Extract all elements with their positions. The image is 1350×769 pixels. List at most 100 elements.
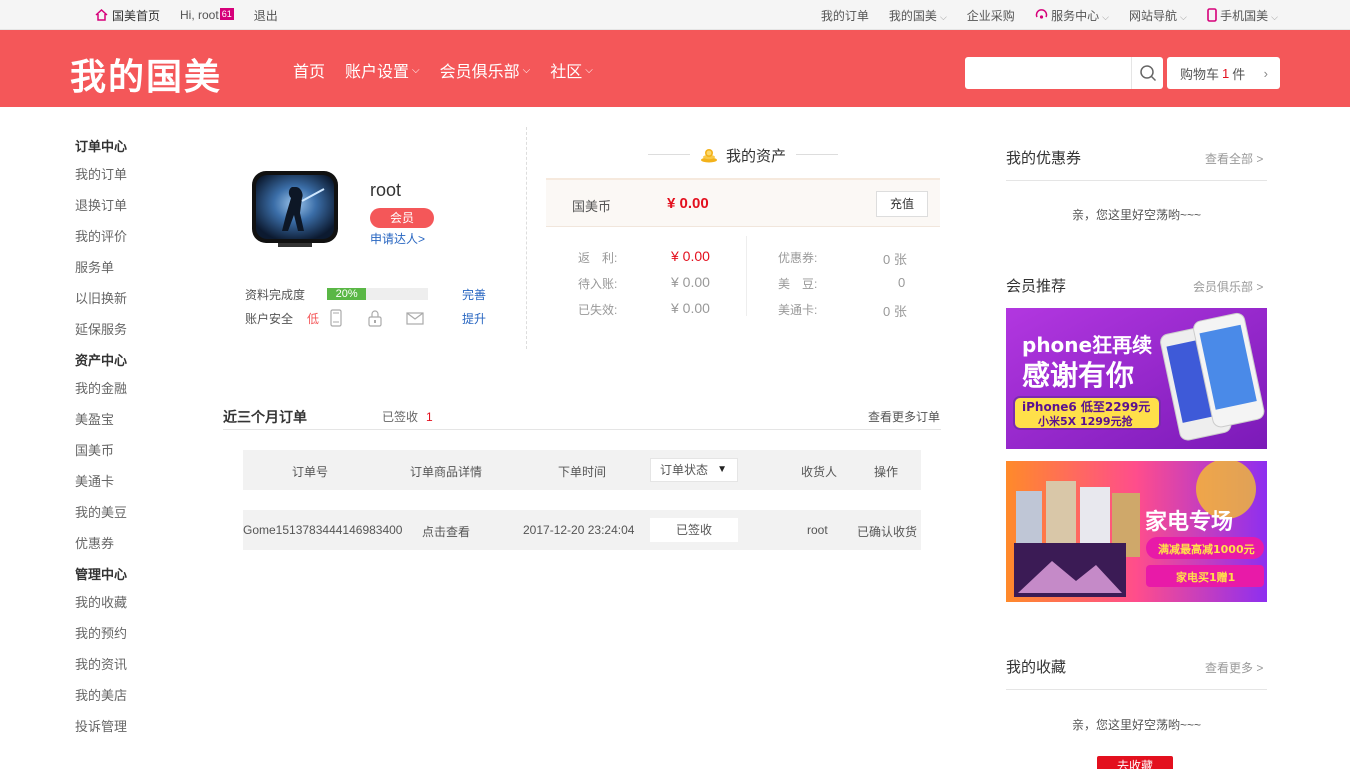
security-level: 低 <box>307 312 320 326</box>
cart-label: 购物车 <box>1180 66 1220 82</box>
order-status-select-label: 订单状态 <box>660 463 709 477</box>
sidebar-item[interactable]: 美盈宝 <box>75 404 195 435</box>
coupons-view-all-link[interactable]: 查看全部 > <box>1205 150 1263 167</box>
divider <box>1006 689 1267 690</box>
beans-label: 美 豆: <box>778 277 818 291</box>
pending-value: ¥ 0.00 <box>671 274 710 290</box>
favorites-empty-text: 亲，您这里好空荡哟~~~ <box>1071 718 1202 732</box>
complete-profile-link[interactable]: 完善 <box>462 286 486 303</box>
nav-member-club[interactable]: 会员俱乐部 ⌵ <box>440 58 531 82</box>
assets-title-text: 我的资产 <box>725 147 786 165</box>
sidebar-item[interactable]: 我的金融 <box>75 373 195 404</box>
more-orders-link[interactable]: 查看更多订单 <box>868 408 940 425</box>
sidebar-group-orders: 订单中心 我的订单 退换订单 我的评价 服务单 以旧换新 延保服务 <box>75 135 195 345</box>
sidebar-item[interactable]: 投诉管理 <box>75 711 195 742</box>
order-status-select[interactable]: 订单状态 ▼ <box>650 458 738 482</box>
sidebar-item[interactable]: 我的评价 <box>75 221 195 252</box>
member-club-link[interactable]: 会员俱乐部 > <box>1193 278 1263 295</box>
sidebar-item[interactable]: 优惠券 <box>75 528 195 559</box>
orders-title: 近三个月订单 <box>223 409 307 425</box>
greeting-text: Hi, root <box>180 8 219 22</box>
column-header: 订单号 <box>292 465 329 479</box>
column-header: 操作 <box>874 465 899 479</box>
orders-received-filter[interactable]: 已签收 1 <box>382 408 433 425</box>
table-row: Gome1513783444146983400 点击查看 2017-12-20 … <box>243 510 921 550</box>
recharge-button[interactable]: 充值 <box>876 191 928 217</box>
sidebar-item[interactable]: 退换订单 <box>75 190 195 221</box>
sidebar-item[interactable]: 我的订单 <box>75 159 195 190</box>
promo-banner-appliance-line2: 满减最高减1000元 <box>1158 542 1255 556</box>
divider <box>1006 180 1267 181</box>
nav-community[interactable]: 社区 ⌵ <box>550 58 593 82</box>
card-label: 美通卡: <box>778 303 818 317</box>
search-input[interactable] <box>965 57 1130 89</box>
home-icon <box>95 9 108 21</box>
search-icon <box>1139 65 1156 82</box>
sidebar-group-title: 资产中心 <box>75 353 128 368</box>
nav-account-settings[interactable]: 账户设置 ⌵ <box>345 58 420 82</box>
cart-button[interactable]: 购物车 1 件 › <box>1167 57 1280 89</box>
username: root <box>370 180 402 200</box>
coupon-count-value[interactable]: 0 张 <box>883 249 907 268</box>
rebate-label: 返 利: <box>578 251 618 265</box>
nav-home[interactable]: 首页 <box>293 58 325 82</box>
cart-unit: 件 <box>1232 66 1246 82</box>
email-icon[interactable] <box>406 309 424 327</box>
sidebar-item[interactable]: 以旧换新 <box>75 283 195 314</box>
apply-expert-link[interactable]: 申请达人> <box>370 230 425 247</box>
top-link-service-label: 服务中心 <box>1051 8 1100 23</box>
nav-community-label: 社区 <box>550 64 583 81</box>
sidebar-item[interactable]: 我的预约 <box>75 618 195 649</box>
avatar[interactable] <box>248 165 343 253</box>
column-header: 订单商品详情 <box>410 465 483 479</box>
nav-member-club-label: 会员俱乐部 <box>439 64 520 81</box>
favorites-view-more-link[interactable]: 查看更多 > <box>1205 659 1263 676</box>
promo-banner-phone[interactable]: phone狂再续 感谢有你 iPhone6 低至2299元 小米5X 1299元… <box>1006 308 1267 449</box>
top-link-service[interactable]: 服务中心 ⌵ <box>1035 7 1109 24</box>
phone-verify-icon[interactable] <box>327 309 345 327</box>
sidebar-group-assets: 资产中心 我的金融 美盈宝 国美币 美通卡 我的美豆 优惠券 <box>75 349 195 559</box>
home-link[interactable]: 国美首页 <box>95 7 160 24</box>
main-nav: 首页 账户设置 ⌵ 会员俱乐部 ⌵ 社区 ⌵ <box>293 58 613 82</box>
chevron-down-icon: ⌵ <box>1271 11 1278 22</box>
favorites-title: 我的收藏 <box>1006 659 1067 676</box>
logout-link[interactable]: 退出 <box>254 7 278 24</box>
rebate-value: ¥ 0.00 <box>671 248 710 264</box>
top-link-mobile[interactable]: 手机国美 ⌵ <box>1207 7 1278 24</box>
expired-value: ¥ 0.00 <box>671 300 710 316</box>
sidebar-item[interactable]: 我的资讯 <box>75 649 195 680</box>
sidebar-item[interactable]: 我的收藏 <box>75 587 195 618</box>
promo-banner-appliance[interactable]: 家电专场 满减最高减1000元 家电买1赠1 <box>1006 461 1267 602</box>
orders-received-label: 已签收 <box>382 410 419 424</box>
sidebar-group-title: 订单中心 <box>75 139 128 154</box>
sidebar-group-title: 管理中心 <box>75 567 128 582</box>
sidebar-item[interactable]: 我的美豆 <box>75 497 195 528</box>
chevron-right-icon: › <box>1263 65 1268 81</box>
lock-icon[interactable] <box>366 309 384 327</box>
top-link-sitenav[interactable]: 网站导航 ⌵ <box>1129 7 1187 24</box>
top-link-my-gome[interactable]: 我的国美 ⌵ <box>889 7 947 24</box>
service-icon <box>1035 8 1048 19</box>
order-id[interactable]: Gome1513783444146983400 <box>243 523 402 537</box>
sidebar-item[interactable]: 国美币 <box>75 435 195 466</box>
sidebar-item[interactable]: 延保服务 <box>75 314 195 345</box>
sidebar-item[interactable]: 服务单 <box>75 252 195 283</box>
top-link-orders[interactable]: 我的订单 <box>821 7 869 24</box>
top-bar: 国美首页 Hi, root 61 退出 我的订单 我的国美 ⌵ 企业采购 服务中心 ⌵… <box>0 0 1350 30</box>
sidebar-item[interactable]: 我的美店 <box>75 680 195 711</box>
card-value[interactable]: 0 张 <box>883 301 907 320</box>
completion-label: 资料完成度 <box>245 288 306 302</box>
go-favorite-button[interactable]: 去收藏 <box>1097 756 1173 769</box>
order-action[interactable]: 已确认收货 <box>857 523 917 540</box>
beans-value[interactable]: 0 <box>898 275 905 290</box>
chevron-down-icon: ⌵ <box>939 11 947 22</box>
improve-security-link[interactable]: 提升 <box>462 310 486 327</box>
top-link-my-gome-label: 我的国美 <box>888 8 937 23</box>
top-link-enterprise[interactable]: 企业采购 <box>967 7 1015 24</box>
search-button[interactable] <box>1131 57 1163 89</box>
phone-icon <box>1207 7 1217 22</box>
column-header: 收货人 <box>801 465 838 479</box>
order-detail-link[interactable]: 点击查看 <box>422 523 470 540</box>
sidebar-item[interactable]: 美通卡 <box>75 466 195 497</box>
page-logo[interactable]: 我的国美 <box>70 48 222 100</box>
